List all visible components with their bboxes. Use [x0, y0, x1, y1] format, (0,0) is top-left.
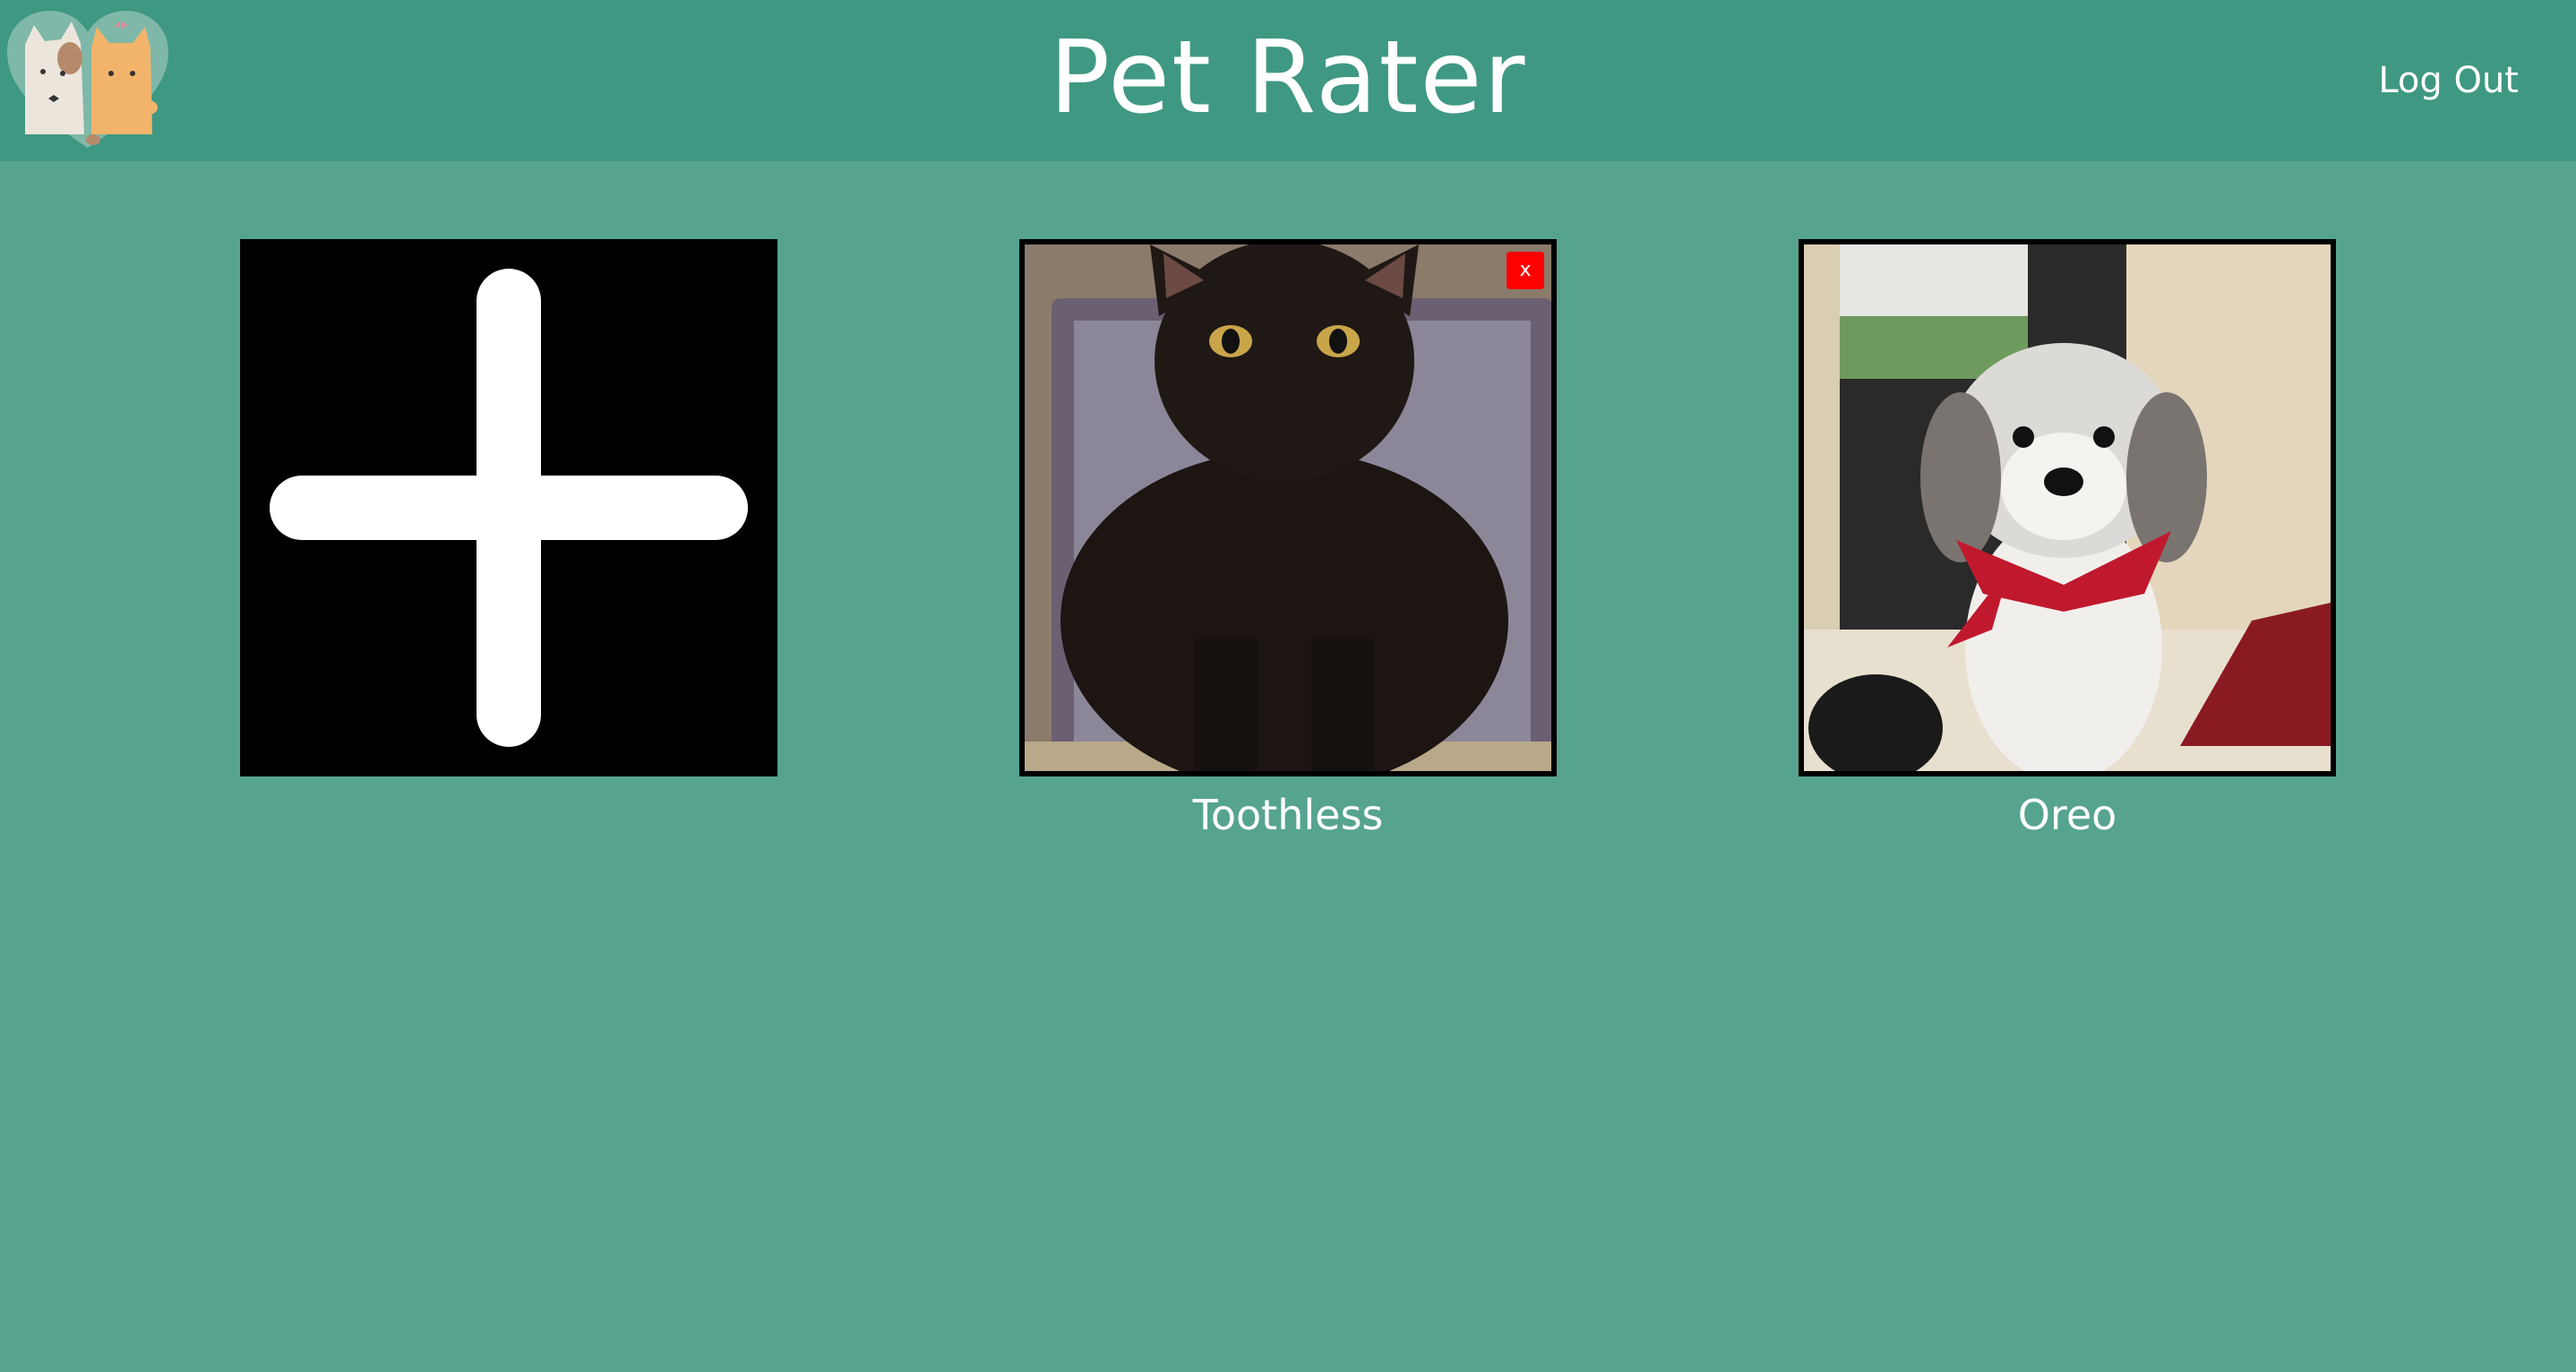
pet-name-label[interactable]: Toothless — [1019, 788, 1557, 842]
pet-photo-cat — [1025, 244, 1551, 771]
pet-photo-dog — [1804, 244, 2331, 771]
pet-name-label[interactable]: Oreo — [1799, 788, 2336, 842]
page-title: Pet Rater — [1049, 20, 1527, 136]
add-pet-button[interactable] — [240, 239, 777, 776]
logout-link[interactable]: Log Out — [2378, 56, 2519, 106]
pet-card-toothless[interactable]: x — [1019, 239, 1557, 776]
app-header: Pet Rater Log Out — [0, 0, 2576, 161]
delete-pet-button[interactable]: x — [1507, 252, 1544, 289]
plus-icon-bar — [270, 476, 748, 540]
pet-card-oreo[interactable] — [1799, 239, 2336, 776]
